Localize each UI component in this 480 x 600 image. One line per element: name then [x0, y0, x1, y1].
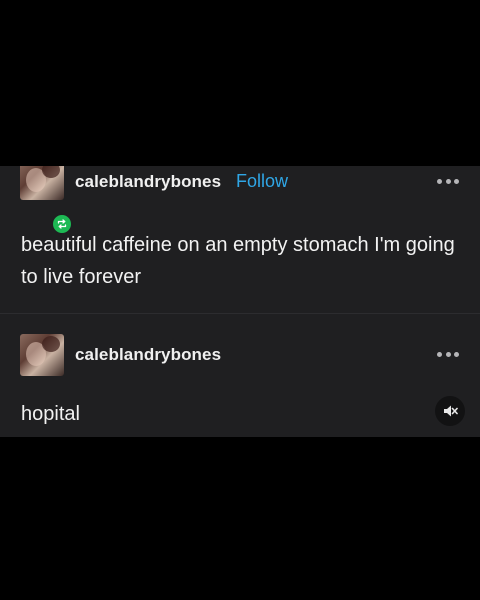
dot [445, 178, 451, 184]
muted-speaker-icon[interactable] [435, 396, 465, 426]
dot [454, 178, 459, 184]
post-username[interactable]: caleblandrybones [75, 345, 221, 365]
avatar[interactable] [20, 334, 64, 376]
post-1: caleblandrybones Follow beautiful caffei… [0, 166, 480, 313]
post-text: hopital [21, 403, 80, 425]
muted-speaker-glyph [444, 405, 458, 417]
post-2: caleblandrybones hopital [0, 314, 480, 437]
dot [445, 351, 451, 357]
more-options-icon[interactable] [437, 177, 459, 185]
dot [437, 178, 442, 184]
tumblr-post-thread: caleblandrybones Follow beautiful caffei… [0, 166, 480, 437]
avatar[interactable] [20, 166, 64, 200]
dot [454, 351, 459, 357]
avatar-detail [42, 166, 60, 178]
follow-button[interactable]: Follow [236, 171, 288, 192]
more-options-icon[interactable] [437, 350, 459, 358]
reblog-icon [51, 213, 73, 235]
dot [437, 351, 442, 357]
screenshot-frame: caleblandrybones Follow beautiful caffei… [0, 0, 480, 600]
post-text: beautiful caffeine on an empty stomach I… [21, 234, 455, 288]
reblog-glyph [57, 219, 67, 229]
post-username[interactable]: caleblandrybones [75, 172, 221, 192]
avatar-detail [42, 336, 60, 352]
